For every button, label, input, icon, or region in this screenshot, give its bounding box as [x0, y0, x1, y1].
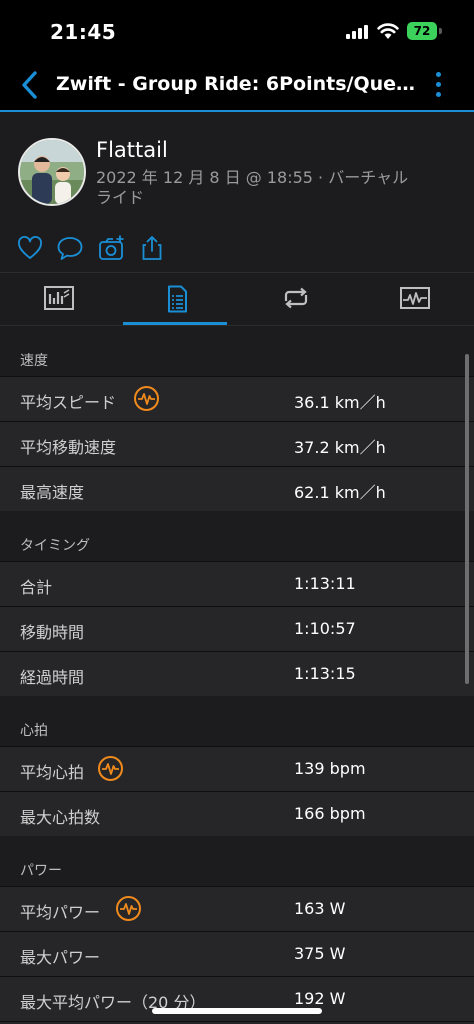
activity-meta: 2022 年 12 月 8 日 @ 18:55 · バーチャルライド — [96, 168, 409, 207]
stat-row: 経過時間 1:13:15 — [0, 651, 474, 696]
scrollbar[interactable] — [465, 354, 469, 684]
stat-label: 平均移動速度 — [20, 438, 117, 457]
stat-row: 移動時間 1:10:57 — [0, 606, 474, 651]
stat-value: 36.1 km／h — [294, 393, 386, 412]
stat-value: 1:13:11 — [294, 574, 356, 593]
charts-pulse-icon — [400, 287, 430, 309]
home-indicator[interactable] — [152, 1008, 322, 1014]
back-arrow-icon[interactable] — [14, 68, 44, 102]
section-header-speed: 速度 — [0, 326, 474, 376]
laps-loop-icon — [284, 287, 308, 309]
status-time: 21:45 — [50, 20, 117, 44]
heart-rate-zone-icon[interactable] — [116, 896, 141, 921]
stat-value: 375 W — [294, 944, 346, 963]
user-name[interactable]: Flattail — [96, 138, 168, 162]
section-header-heart-rate: 心拍 — [0, 696, 474, 746]
stat-label: 平均パワー — [20, 903, 101, 922]
stat-row: 最大平均パワー（20 分） 192 W — [0, 976, 474, 1021]
activity-tabs — [0, 273, 474, 326]
comment-icon[interactable] — [56, 234, 84, 262]
stat-label: 最大パワー — [20, 948, 101, 967]
stat-label: 経過時間 — [20, 668, 85, 687]
stats-list: 速度 平均スピード 36.1 km／h 平均移動速度 37.2 km／h 最高速… — [0, 326, 474, 1024]
stat-row: 平均スピード 36.1 km／h — [0, 376, 474, 421]
stat-label: 平均心拍 — [20, 763, 85, 782]
stat-value: 192 W — [294, 989, 346, 1008]
heart-icon[interactable] — [16, 234, 44, 262]
section-header-power: パワー — [0, 836, 474, 886]
add-photo-icon[interactable] — [98, 234, 126, 262]
stat-row: 平均心拍 139 bpm — [0, 746, 474, 791]
active-tab-indicator — [123, 322, 227, 325]
stat-label: 平均スピード — [20, 393, 117, 412]
cellular-signal-icon — [346, 25, 370, 39]
stat-value: 166 bpm — [294, 804, 366, 823]
stat-row: 平均移動速度 37.2 km／h — [0, 421, 474, 466]
action-bar — [0, 222, 474, 273]
stat-value: 163 W — [294, 899, 346, 918]
stat-value: 139 bpm — [294, 759, 366, 778]
tab-laps[interactable] — [237, 273, 355, 325]
heart-rate-zone-icon[interactable] — [98, 756, 123, 781]
battery-indicator: 72 — [407, 22, 437, 40]
tab-stats[interactable] — [118, 273, 236, 325]
avatar[interactable] — [18, 138, 86, 206]
tab-charts[interactable] — [356, 273, 474, 325]
stat-row: 平均パワー 163 W — [0, 886, 474, 931]
stat-label: 最高速度 — [20, 483, 85, 502]
more-options-icon[interactable] — [430, 68, 448, 102]
stat-value: 1:13:15 — [294, 664, 356, 683]
activity-title: Zwift - Group Ride: 6Points/Quest... — [56, 73, 418, 95]
navigation-bar: Zwift - Group Ride: 6Points/Quest... — [0, 60, 474, 112]
stats-list-icon — [168, 285, 187, 313]
stat-row: 合計 1:13:11 — [0, 561, 474, 606]
stat-value: 62.1 km／h — [294, 483, 386, 502]
overview-chart-icon — [44, 286, 74, 310]
stat-row: 最高速度 62.1 km／h — [0, 466, 474, 511]
stat-label: 移動時間 — [20, 623, 85, 642]
stat-value: 37.2 km／h — [294, 438, 386, 457]
section-header-timing: タイミング — [0, 511, 474, 561]
wifi-icon — [377, 23, 399, 39]
battery-nub — [439, 28, 442, 34]
stat-label: 合計 — [20, 578, 53, 597]
heart-rate-zone-icon[interactable] — [134, 386, 159, 411]
share-icon[interactable] — [138, 234, 166, 262]
stat-row: 最大パワー 375 W — [0, 931, 474, 976]
tab-overview[interactable] — [0, 273, 118, 325]
stat-row: 最大心拍数 166 bpm — [0, 791, 474, 836]
status-bar: 21:45 72 — [0, 0, 474, 60]
activity-header: Flattail 2022 年 12 月 8 日 @ 18:55 · バーチャル… — [0, 112, 474, 223]
stat-value: 1:10:57 — [294, 619, 356, 638]
stat-label: 最大心拍数 — [20, 808, 101, 827]
